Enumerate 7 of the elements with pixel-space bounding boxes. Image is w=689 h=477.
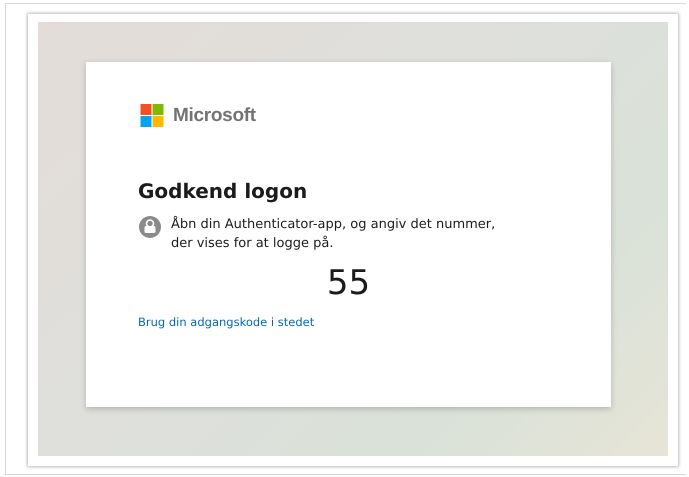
page-title: Godkend logon [138, 179, 308, 203]
brand-name: Microsoft [173, 104, 256, 126]
verification-number: 55 [326, 263, 372, 303]
user-lock-icon [138, 215, 162, 239]
use-password-link[interactable]: Brug din adgangskode i stedet [138, 315, 314, 329]
logo-icon [138, 104, 166, 127]
instruction-text: Åbn din Authenticator-app, og angiv det nummer, der vises for at logge på. [171, 215, 496, 253]
